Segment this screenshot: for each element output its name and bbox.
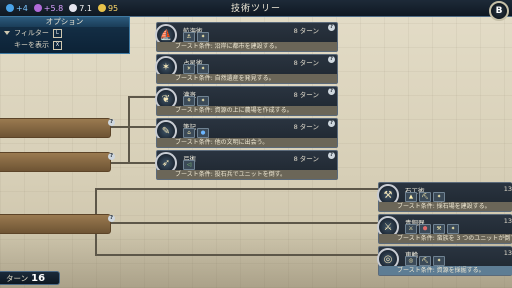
turn-indicator: ターン 16	[0, 271, 60, 285]
boost-condition: ブースト条件: 資源の上に農場を作成する。	[157, 106, 337, 115]
tech-card-partial[interactable]	[0, 214, 111, 234]
unlock-icon[interactable]: ⬢	[419, 224, 431, 234]
boost-condition: ブースト条件: 他の文明に出会う。	[157, 138, 337, 147]
unlock-icon[interactable]: ⛏	[419, 256, 431, 266]
help-icon[interactable]: ?	[328, 24, 335, 31]
tech-turns: 8 ターン	[293, 123, 319, 131]
turn-label: ターン	[6, 274, 29, 283]
boost-condition: ブースト条件: 蛮族を 3 つのユニットが倒す。	[379, 234, 512, 243]
help-icon[interactable]: ?	[328, 56, 335, 63]
unlock-list: ⚘ ✦	[183, 96, 209, 106]
help-icon[interactable]: ?	[328, 88, 335, 95]
tech-turns: 8 ターン	[293, 91, 319, 99]
tech-card-wheel[interactable]: ◎ 車輪 13 ◎ ⛏ ✦ ブースト条件: 資源を採掘する。	[377, 246, 512, 276]
tech-card-partial[interactable]	[0, 152, 111, 172]
unlock-list: ⚔ ⬢ ⚒ ✦	[405, 224, 459, 234]
tech-turns: 13	[503, 249, 512, 257]
boost-condition: ブースト条件: 資源を採掘する。	[379, 266, 512, 275]
tech-card-partial[interactable]	[0, 118, 111, 138]
tech-card-archery[interactable]: ➶ 弓術 8 ターン ? ◁ ブースト条件: 投石兵でユニットを倒す。	[155, 150, 338, 180]
connector-line	[95, 254, 378, 256]
help-icon[interactable]: ?	[328, 120, 335, 127]
connector-line	[128, 96, 156, 98]
unlock-icon[interactable]: ✦	[433, 256, 445, 266]
dropdown-arrow-icon	[4, 31, 10, 35]
unlock-icon[interactable]: ◁	[183, 160, 195, 170]
options-header[interactable]: オプション	[0, 17, 129, 27]
unlock-icon[interactable]: ⚘	[183, 96, 195, 106]
unlock-icon[interactable]: ◎	[405, 256, 417, 266]
help-icon[interactable]: ?	[108, 215, 115, 222]
filter-hotkey: L	[52, 28, 62, 38]
show-keys-label: キーを表示	[14, 41, 49, 49]
unlock-icon[interactable]: ⌂	[183, 128, 195, 138]
tech-turns: 8 ターン	[293, 155, 319, 163]
unlock-icon[interactable]: ⚒	[433, 224, 445, 234]
tech-turns: 13	[503, 217, 512, 225]
tech-turns: 8 ターン	[293, 59, 319, 67]
boost-condition: ブースト条件: 投石兵でユニットを倒す。	[157, 170, 337, 179]
unlock-icon[interactable]: ▲	[405, 192, 417, 202]
unlock-icon[interactable]: ●	[197, 128, 209, 138]
tech-card-sailing[interactable]: ⛵ 航海術 8 ターン ? ⚓ ✦ ブースト条件: 沿岸に都市を建設する。	[155, 22, 338, 52]
unlock-list: ▲ ⛏ ✦	[405, 192, 445, 202]
unlock-list: ◎ ⛏ ✦	[405, 256, 445, 266]
tech-card-irrigation[interactable]: ❦ 灌漑 8 ターン ? ⚘ ✦ ブースト条件: 資源の上に農場を作成する。	[155, 86, 338, 116]
filter-label: フィルター	[14, 29, 49, 37]
unlock-list: ⌂ ●	[183, 128, 209, 138]
connector-line	[110, 162, 156, 164]
unlock-icon[interactable]: ⚔	[405, 224, 417, 234]
tech-turns: 13	[503, 185, 512, 193]
unlock-icon[interactable]: ✦	[433, 192, 445, 202]
connector-line	[95, 188, 378, 190]
unlock-icon[interactable]: ✦	[197, 32, 209, 42]
tech-card-writing[interactable]: ✎ 筆記 8 ターン ? ⌂ ● ブースト条件: 他の文明に出会う。	[155, 118, 338, 148]
unlock-list: ◁	[183, 160, 195, 170]
unlock-icon[interactable]: ✦	[197, 64, 209, 74]
tech-card-masonry[interactable]: ⚒ 石工術 13 ▲ ⛏ ✦ ブースト条件: 採石場を建設する。	[377, 182, 512, 212]
connector-line	[128, 96, 130, 164]
page-title: 技術ツリー	[230, 4, 281, 14]
turn-number: 16	[31, 273, 46, 284]
boost-condition: ブースト条件: 自然遺産を発見する。	[157, 74, 337, 83]
boost-condition: ブースト条件: 沿岸に都市を建設する。	[157, 42, 337, 51]
close-button[interactable]: B	[489, 1, 509, 21]
unlock-list: ☀ ✦	[183, 64, 209, 74]
help-icon[interactable]: ?	[108, 153, 115, 160]
filter-option[interactable]: フィルター L	[0, 27, 129, 39]
tech-card-bronze-working[interactable]: ⚔ 青銅器 13 ⚔ ⬢ ⚒ ✦ ブースト条件: 蛮族を 3 つのユニットが倒す。	[377, 214, 512, 244]
help-icon[interactable]: ?	[108, 119, 115, 126]
help-icon[interactable]: ?	[328, 152, 335, 159]
unlock-icon[interactable]: ⚓	[183, 32, 195, 42]
tech-card-astrology[interactable]: ✶ 占星術 8 ターン ? ☀ ✦ ブースト条件: 自然遺産を発見する。	[155, 54, 338, 84]
connector-line	[110, 222, 378, 224]
show-keys-hotkey: X	[53, 40, 62, 50]
options-panel: オプション フィルター L キーを表示 X	[0, 16, 130, 54]
boost-condition: ブースト条件: 採石場を建設する。	[379, 202, 512, 211]
show-keys-option[interactable]: キーを表示 X	[0, 39, 129, 51]
unlock-list: ⚓ ✦	[183, 32, 209, 42]
connector-line	[110, 126, 156, 128]
tech-turns: 8 ターン	[293, 27, 319, 35]
unlock-icon[interactable]: ☀	[183, 64, 195, 74]
unlock-icon[interactable]: ✦	[197, 96, 209, 106]
unlock-icon[interactable]: ✦	[447, 224, 459, 234]
unlock-icon[interactable]: ⛏	[419, 192, 431, 202]
